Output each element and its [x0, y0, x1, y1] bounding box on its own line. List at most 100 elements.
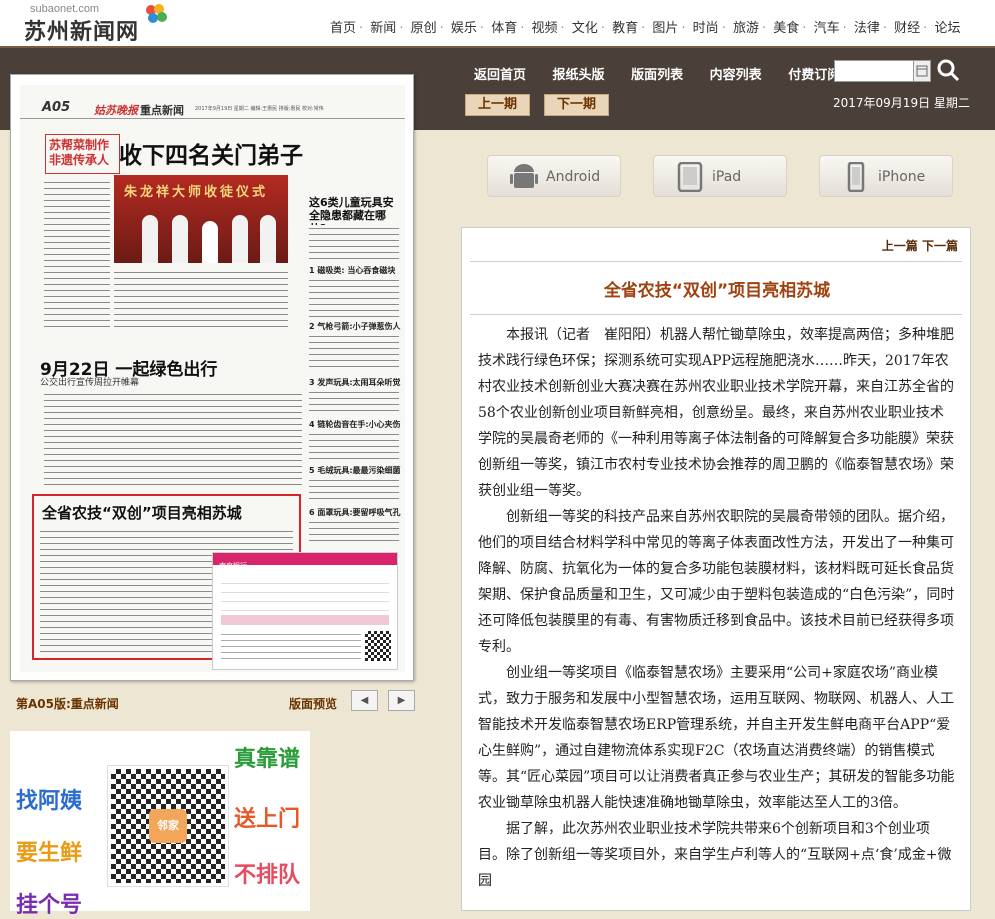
np-side-item: 2 气枪弓箭:小子弹惹伤人 — [309, 322, 401, 331]
triangle-right-icon: ▶ — [397, 695, 406, 706]
article-paragraph: 创新组一等奖的科技产品来自苏州农职院的吴晨奇带领的团队。据介绍，他们的项目结合材… — [478, 509, 955, 655]
triangle-left-icon: ◀ — [360, 695, 369, 706]
nav-item[interactable]: 视频 — [531, 21, 557, 36]
calendar-icon — [916, 65, 928, 77]
np-header: 姑苏晚报 重点新闻 2017年9月19日 星期二 编辑:王惠民 排版:惠民 校对… — [20, 99, 405, 119]
newspaper-page: 姑苏晚报 重点新闻 2017年9月19日 星期二 编辑:王惠民 排版:惠民 校对… — [10, 74, 414, 681]
np-photo: 朱龙祥大师收徒仪式 — [114, 175, 288, 263]
site-logo[interactable]: 苏州新闻网 — [24, 14, 139, 46]
nav-item[interactable]: 文化 — [572, 21, 598, 36]
nav-item[interactable]: 汽车 — [814, 21, 840, 36]
divider — [470, 261, 962, 262]
np-ad-qr-code — [365, 631, 391, 661]
subnav-home[interactable]: 返回首页 — [474, 68, 526, 83]
nav-item[interactable]: 时尚 — [693, 21, 719, 36]
promo-text: 不排队 — [234, 863, 301, 888]
newspaper-scan: 姑苏晚报 重点新闻 2017年9月19日 星期二 编辑:王惠民 排版:惠民 校对… — [20, 85, 405, 672]
promo-app-logo: 邻家 — [149, 809, 187, 843]
np-text-block — [44, 391, 302, 487]
np-side-item: 6 面罩玩具:要留呼吸气孔 — [309, 508, 401, 517]
np-text-block — [309, 333, 399, 371]
np-text-block — [309, 477, 399, 503]
article-panel: 上一篇 下一篇 全省农技“双创”项目亮相苏城 本报讯（记者 崔阳阳）机器人帮忙锄… — [461, 227, 971, 911]
prev-page-button[interactable]: ◀ — [351, 690, 378, 711]
np-text-block — [44, 179, 110, 327]
nav-item[interactable]: 图片 — [652, 21, 678, 36]
iphone-label: iPhone — [878, 169, 926, 185]
np-text-block — [309, 225, 399, 261]
android-app-button[interactable]: Android — [487, 155, 621, 197]
phone-icon — [847, 162, 865, 192]
article-paragraph: 创业组一等奖项目《临泰智慧农场》主要采用“公司+家庭农场”商业模式，致力于服务和… — [478, 665, 955, 811]
np-selected-headline: 全省农技“双创”项目亮相苏城 — [42, 504, 242, 522]
top-nav: 首页 · 新闻 · 原创 · 娱乐 · 体育 · 视频 · 文化 · 教育 · 图片 · 时尚 · … — [330, 21, 961, 36]
np-tag: 苏帮菜制作非遗传承人 — [45, 134, 120, 174]
nav-item[interactable]: 财经 — [894, 21, 920, 36]
subnav-subscribe[interactable]: 付费订阅 — [788, 68, 840, 83]
np-section: 重点新闻 — [140, 104, 184, 117]
sub-nav: 返回首页 报纸头版 版面列表 内容列表 付费订阅 — [474, 64, 862, 83]
promo-text: 真靠谱 — [234, 747, 301, 772]
search-input[interactable] — [834, 60, 914, 82]
page-preview-label: 版面预览 — [289, 697, 338, 711]
search-icon[interactable] — [936, 58, 960, 82]
np-dateline: 2017年9月19日 星期二 编辑:王惠民 排版:惠民 校对:常伟 — [195, 106, 324, 112]
promo-text: 挂个号 — [16, 893, 83, 918]
np-mid-subhead: 公交出行宣传周拉开帷幕 — [40, 378, 140, 388]
ipad-app-button[interactable]: iPad — [653, 155, 787, 197]
divider — [470, 314, 962, 315]
subnav-content-list[interactable]: 内容列表 — [710, 68, 762, 83]
article-paragraph: 据了解，此次苏州农业职业技术学院共带来6个创新项目和3个创业项目。除了创新组一等… — [478, 821, 952, 889]
np-text-block — [309, 519, 399, 545]
nav-item[interactable]: 旅游 — [733, 21, 759, 36]
article-nav: 上一篇 下一篇 — [882, 237, 958, 254]
np-side-item: 4 链轮齿音在手:小心夹伤 — [309, 420, 401, 429]
nav-item[interactable]: 法律 — [854, 21, 880, 36]
android-label: Android — [546, 169, 601, 185]
article-title: 全省农技“双创”项目亮相苏城 — [603, 281, 831, 301]
np-bank-ad: 南京银行 — [212, 552, 398, 670]
nav-item[interactable]: 原创 — [411, 21, 437, 36]
np-brand: 姑苏晚报 — [94, 104, 138, 117]
promo-text: 送上门 — [234, 807, 301, 832]
np-text-block — [309, 389, 399, 415]
article-body: 本报讯（记者 崔阳阳）机器人帮忙锄草除虫，效率提高两倍；多种堆肥技术践行绿色环保… — [478, 322, 956, 894]
nav-item[interactable]: 首页 — [330, 21, 356, 36]
prev-article-link[interactable]: 上一篇 — [882, 239, 918, 253]
next-issue-button[interactable]: 下一期 — [544, 94, 610, 116]
logo-flower-icon — [146, 4, 167, 23]
android-icon — [510, 164, 538, 188]
nav-item[interactable]: 教育 — [612, 21, 638, 36]
nav-item[interactable]: 美食 — [773, 21, 799, 36]
np-text-block — [309, 431, 399, 461]
next-article-link[interactable]: 下一篇 — [922, 239, 958, 253]
iphone-app-button[interactable]: iPhone — [819, 155, 953, 197]
calendar-button[interactable] — [913, 60, 931, 82]
ipad-label: iPad — [712, 169, 742, 185]
np-text-block — [114, 269, 288, 329]
np-side-item: 3 发声玩具:太闹耳朵听觉 — [309, 378, 401, 387]
issue-date: 2017年09月19日 星期二 — [833, 96, 970, 110]
np-ad-brand: 南京银行 — [219, 562, 247, 570]
subnav-page-list[interactable]: 版面列表 — [631, 68, 683, 83]
next-page-button[interactable]: ▶ — [388, 690, 415, 711]
np-page-number: A05 — [42, 100, 71, 115]
tablet-icon — [677, 162, 703, 192]
nav-item[interactable]: 新闻 — [370, 21, 396, 36]
promo-text: 要生鲜 — [16, 841, 83, 866]
subnav-front-page[interactable]: 报纸头版 — [553, 68, 605, 83]
promo-banner[interactable]: 邻家 找阿姨 要生鲜 挂个号 真靠谱 送上门 不排队 — [10, 731, 310, 918]
page-caption[interactable]: 第A05版:重点新闻 — [16, 695, 119, 712]
np-side-item: 5 毛绒玩具:最最污染细菌 — [309, 466, 401, 475]
prev-issue-button[interactable]: 上一期 — [465, 94, 531, 116]
np-photo-banner: 朱龙祥大师收徒仪式 — [124, 185, 269, 200]
np-headline: 收下四名关门弟子 — [119, 143, 303, 169]
top-bar: subaonet.com 苏州新闻网 首页 · 新闻 · 原创 · 娱乐 · 体育 · 视… — [0, 0, 995, 48]
np-side-item: 1 磁吸类: 当心吞食磁块 — [309, 266, 396, 275]
np-text-block — [309, 277, 399, 317]
nav-item[interactable]: 体育 — [491, 21, 517, 36]
nav-item[interactable]: 娱乐 — [451, 21, 477, 36]
nav-item[interactable]: 论坛 — [934, 21, 960, 36]
article-paragraph: 本报讯（记者 崔阳阳）机器人帮忙锄草除虫，效率提高两倍；多种堆肥技术践行绿色环保… — [478, 327, 954, 499]
promo-text: 找阿姨 — [16, 789, 83, 814]
